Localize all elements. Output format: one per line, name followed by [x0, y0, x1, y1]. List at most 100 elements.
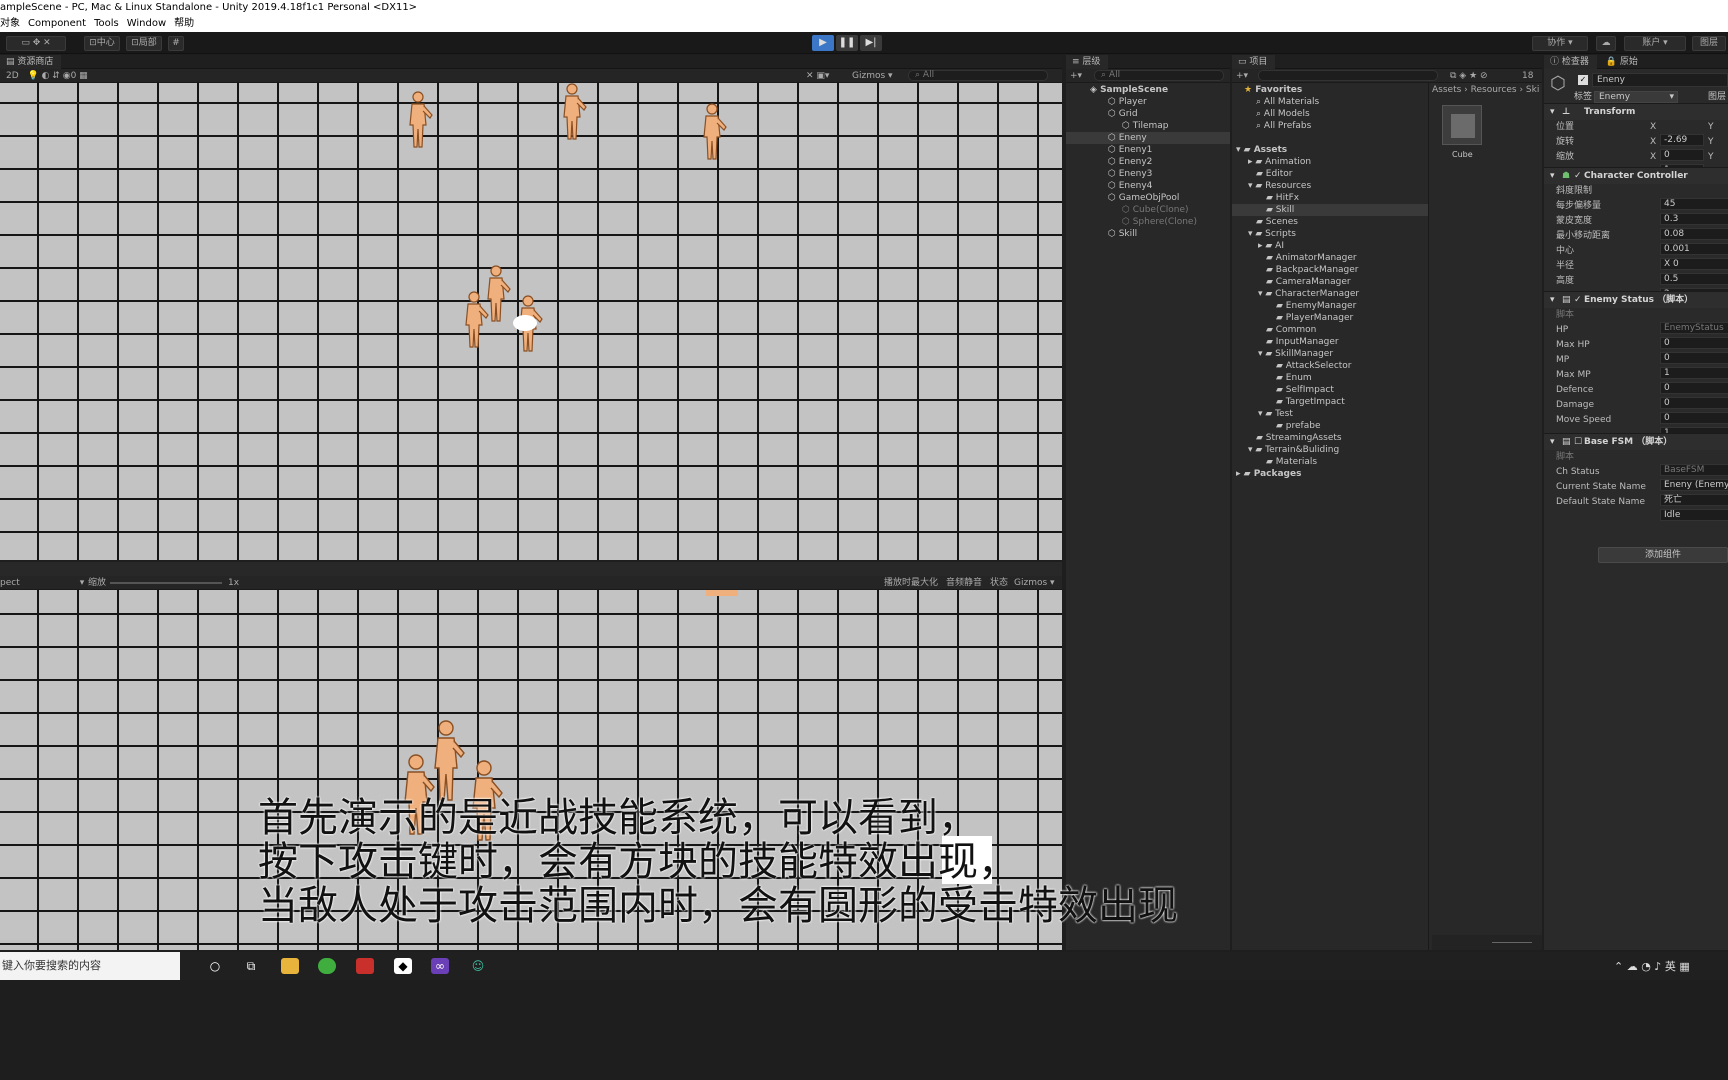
hierarchy-item[interactable]: ⬡ Eneny2 [1108, 156, 1152, 168]
messenger-icon[interactable]: ☺ [469, 958, 487, 974]
property-field[interactable]: 1 [1660, 367, 1728, 379]
folder-item[interactable]: ▾ ▰ Resources [1248, 180, 1311, 192]
enemy-figure[interactable] [487, 265, 511, 322]
file-explorer-icon[interactable] [281, 958, 299, 974]
tab-hierarchy[interactable]: ≡ 层级 [1066, 55, 1109, 69]
folder-item[interactable]: ▰ SelfImpact [1276, 384, 1334, 396]
cloud-icon[interactable]: ☁ [1596, 36, 1616, 51]
hierarchy-item[interactable]: ⬡ Eneny1 [1108, 144, 1152, 156]
mute-audio-toggle[interactable]: 音频静音 [946, 576, 982, 590]
transform-header[interactable]: ▾ ⊥ Transform [1544, 103, 1728, 120]
property-field[interactable]: 0 [1660, 352, 1728, 364]
property-field[interactable]: 0 [1660, 337, 1728, 349]
pause-button[interactable]: ❚❚ [836, 35, 858, 51]
tag-dropdown[interactable]: Enemy ▾ [1594, 91, 1678, 103]
tab-inspector[interactable]: ⓘ 检查器 [1544, 55, 1597, 69]
property-field[interactable]: 0 [1660, 397, 1728, 409]
gizmos-dropdown[interactable]: Gizmos ▾ [852, 69, 893, 83]
base-fsm-header[interactable]: ▾ ▤ ☐ Base FSM （脚本） [1544, 433, 1728, 450]
unity-icon[interactable]: ◆ [394, 958, 412, 974]
folder-item[interactable]: ▰ AttackSelector [1276, 360, 1352, 372]
property-field[interactable]: Eneny (Enemy [1660, 479, 1728, 491]
enemy-status-header[interactable]: ▾ ▤ ✓ Enemy Status （脚本） [1544, 291, 1728, 308]
folder-item[interactable]: ▰ Materials [1266, 456, 1317, 468]
hierarchy-item-inactive[interactable]: ⬡ Sphere(Clone) [1122, 216, 1197, 228]
folder-item-selected[interactable]: ▰ Skill [1232, 204, 1428, 216]
folder-item[interactable]: ▰ Scenes [1256, 216, 1298, 228]
folder-item[interactable]: ▸ ▰ Animation [1248, 156, 1311, 168]
play-button[interactable]: ▶ [812, 35, 834, 51]
enemy-figure[interactable] [563, 83, 587, 140]
menu-item-tools[interactable]: Tools [94, 16, 119, 32]
task-view-icon[interactable]: ⧉ [242, 958, 260, 974]
character-controller-header[interactable]: ▾ ☗ ✓ Character Controller [1544, 167, 1728, 184]
folder-item[interactable]: ▰ BackpackManager [1266, 264, 1358, 276]
maximize-on-play-toggle[interactable]: 播放时最大化 [884, 576, 938, 590]
mode-2d-toggle[interactable]: 2D [0, 71, 25, 81]
add-component-button[interactable]: 添加组件 [1598, 547, 1728, 563]
menu-item-object[interactable]: 对象 [0, 16, 20, 32]
folder-item[interactable]: ▰ EnemyManager [1276, 300, 1356, 312]
scene-canvas[interactable] [0, 83, 1062, 560]
local-toggle[interactable]: ⊡局部 [126, 36, 162, 51]
assets-root[interactable]: ▾ ▰ Assets [1236, 144, 1287, 156]
hierarchy-search-input[interactable]: ⌕ All [1094, 70, 1224, 81]
enemy-figure[interactable] [703, 103, 727, 160]
property-field[interactable]: 0 [1660, 412, 1728, 424]
hierarchy-item[interactable]: ⬡ Grid [1108, 108, 1138, 120]
folder-item[interactable]: ▰ TargetImpact [1276, 396, 1345, 408]
property-field[interactable]: 0.3 [1660, 213, 1728, 225]
folder-item[interactable]: ▰ HitFx [1266, 192, 1299, 204]
folder-item[interactable]: ▾ ▰ Test [1258, 408, 1293, 420]
project-search-input[interactable] [1258, 70, 1438, 81]
favorite-item[interactable]: ⌕ All Models [1256, 108, 1310, 120]
asset-breadcrumb[interactable]: Assets › Resources › Ski [1432, 84, 1539, 96]
folder-item[interactable]: ▰ PlayerManager [1276, 312, 1353, 324]
zoom-slider[interactable] [1492, 942, 1532, 943]
property-field[interactable]: X 0 [1660, 258, 1728, 270]
folder-item[interactable]: ▰ Enum [1276, 372, 1312, 384]
project-create-dropdown[interactable]: +▾ [1232, 71, 1248, 81]
favorite-item[interactable]: ⌕ All Materials [1256, 96, 1319, 108]
property-field[interactable]: Idle [1660, 509, 1728, 521]
collab-button[interactable]: 协作 ▾ [1532, 36, 1588, 51]
property-field[interactable]: 0.08 [1660, 228, 1728, 240]
stats-toggle[interactable]: 状态 [990, 576, 1008, 590]
snap-icon[interactable]: # [168, 36, 184, 51]
enemy-figure[interactable] [434, 720, 465, 801]
hierarchy-item[interactable]: ⬡ GameObjPool [1108, 192, 1179, 204]
object-name-field[interactable]: Eneny [1592, 73, 1728, 87]
scene-search-input[interactable]: ⌕ All [908, 70, 1048, 81]
property-field[interactable]: 0.5 [1660, 273, 1728, 285]
property-field[interactable]: 45 [1660, 198, 1728, 210]
light-icon[interactable]: 💡 ◐ ⇵ ◉0 ▦ [28, 71, 88, 81]
folder-item[interactable]: ▰ CameraManager [1266, 276, 1351, 288]
enabled-checkbox[interactable]: ☐ [1574, 434, 1582, 451]
hierarchy-item[interactable]: ⬡ Eneny4 [1108, 180, 1152, 192]
folder-item[interactable]: ▾ ▰ CharacterManager [1258, 288, 1359, 300]
filter-icons[interactable]: ⧉ ◈ ★ ⊘ [1450, 69, 1488, 83]
folder-item[interactable]: ▰ Common [1266, 324, 1316, 336]
hierarchy-item-selected[interactable]: ⬡ Eneny [1066, 132, 1230, 144]
folder-item[interactable]: ▰ Editor [1256, 168, 1292, 180]
scale-slider[interactable] [110, 582, 222, 584]
folder-item[interactable]: ▰ prefabe [1276, 420, 1320, 432]
property-field[interactable]: 死亡 [1660, 494, 1728, 506]
folder-item[interactable]: ▾ ▰ Scripts [1248, 228, 1296, 240]
layout-dropdown[interactable]: 图层 [1692, 36, 1726, 51]
enemy-figure[interactable] [465, 291, 489, 348]
folder-item[interactable]: ▰ InputManager [1266, 336, 1339, 348]
enabled-checkbox[interactable]: ✓ [1574, 168, 1582, 185]
aspect-dropdown[interactable]: pect ▾ [0, 578, 84, 588]
cortana-icon[interactable]: ○ [206, 958, 224, 974]
tab-project[interactable]: ▭ 项目 [1232, 55, 1276, 69]
menu-item-help[interactable]: 帮助 [174, 16, 194, 32]
system-tray[interactable]: ⌃ ☁ ◔ ♪ 英 ▦ [1614, 958, 1690, 974]
breadcrumb-item[interactable]: Resources [1471, 85, 1517, 95]
menu-item-component[interactable]: Component [28, 16, 86, 32]
hierarchy-item[interactable]: ⬡ Skill [1108, 228, 1137, 240]
visual-studio-icon[interactable]: ∞ [431, 958, 449, 974]
enabled-checkbox[interactable]: ✓ [1574, 292, 1582, 309]
scene-root[interactable]: ◈ SampleScene [1090, 84, 1168, 96]
enemy-figure[interactable] [409, 91, 433, 148]
